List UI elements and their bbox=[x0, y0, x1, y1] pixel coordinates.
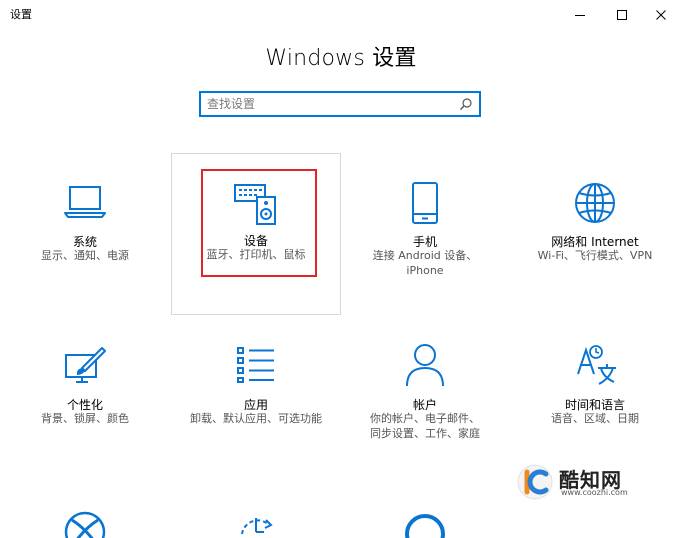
paint-icon bbox=[65, 347, 106, 383]
tile-apps[interactable]: 应用 卸载、默认应用、可选功能 bbox=[183, 318, 329, 480]
tile-accounts[interactable]: 帐户 你的帐户、电子邮件、同步设置、工作、家庭 bbox=[352, 318, 498, 480]
person-icon bbox=[406, 344, 444, 387]
phone-icon bbox=[412, 182, 438, 224]
apps-list-icon bbox=[237, 347, 274, 383]
tile-phone[interactable]: 手机 连接 Android 设备、iPhone bbox=[352, 155, 498, 317]
close-icon bbox=[656, 10, 666, 20]
watermark: 酷知网 www.coozhi.com bbox=[513, 462, 643, 502]
tile-desc: 显示、通知、电源 bbox=[41, 249, 129, 262]
cortana-icon bbox=[405, 514, 445, 538]
tile-gaming[interactable] bbox=[12, 480, 158, 538]
tile-cortana[interactable] bbox=[352, 480, 498, 538]
tile-desc: 卸载、默认应用、可选功能 bbox=[190, 412, 322, 425]
tile-time-language[interactable]: 时间和语言 语音、区域、日期 bbox=[522, 318, 668, 480]
watermark-url: www.coozhi.com bbox=[561, 488, 628, 497]
window-title: 设置 bbox=[10, 8, 32, 21]
tile-desc: 蓝牙、打印机、鼠标 bbox=[206, 248, 306, 261]
tile-desc: 语音、区域、日期 bbox=[551, 412, 639, 425]
tile-desc: 连接 Android 设备、iPhone bbox=[372, 249, 478, 277]
minimize-button[interactable] bbox=[563, 0, 597, 30]
tile-network[interactable]: 网络和 Internet Wi-Fi、飞行模式、VPN bbox=[522, 155, 668, 317]
tile-desc: 你的帐户、电子邮件、同步设置、工作、家庭 bbox=[370, 412, 480, 440]
devices-icon bbox=[234, 184, 276, 225]
tile-devices[interactable]: 设备 蓝牙、打印机、鼠标 bbox=[171, 153, 341, 315]
minimize-icon bbox=[575, 15, 585, 16]
search-input[interactable] bbox=[207, 94, 447, 114]
maximize-button[interactable] bbox=[605, 0, 639, 30]
language-icon bbox=[577, 345, 616, 385]
xbox-icon bbox=[64, 511, 106, 538]
tile-ease-of-access[interactable] bbox=[183, 480, 329, 538]
coozhi-logo-icon bbox=[517, 464, 553, 500]
globe-icon bbox=[575, 183, 615, 223]
tile-desc: 背景、锁屏、颜色 bbox=[41, 412, 129, 425]
clock-refresh-icon bbox=[241, 518, 273, 535]
laptop-icon bbox=[64, 186, 106, 218]
page-title: Windows 设置 bbox=[265, 46, 417, 71]
title-bar: 设置 bbox=[0, 0, 682, 30]
tile-personalization[interactable]: 个性化 背景、锁屏、颜色 bbox=[12, 318, 158, 480]
tile-desc: Wi-Fi、飞行模式、VPN bbox=[537, 249, 653, 262]
maximize-icon bbox=[617, 10, 627, 20]
search-icon[interactable] bbox=[459, 97, 473, 111]
tile-system[interactable]: 系统 显示、通知、电源 bbox=[12, 155, 158, 317]
search-box[interactable] bbox=[199, 91, 481, 117]
close-button[interactable] bbox=[644, 0, 678, 30]
